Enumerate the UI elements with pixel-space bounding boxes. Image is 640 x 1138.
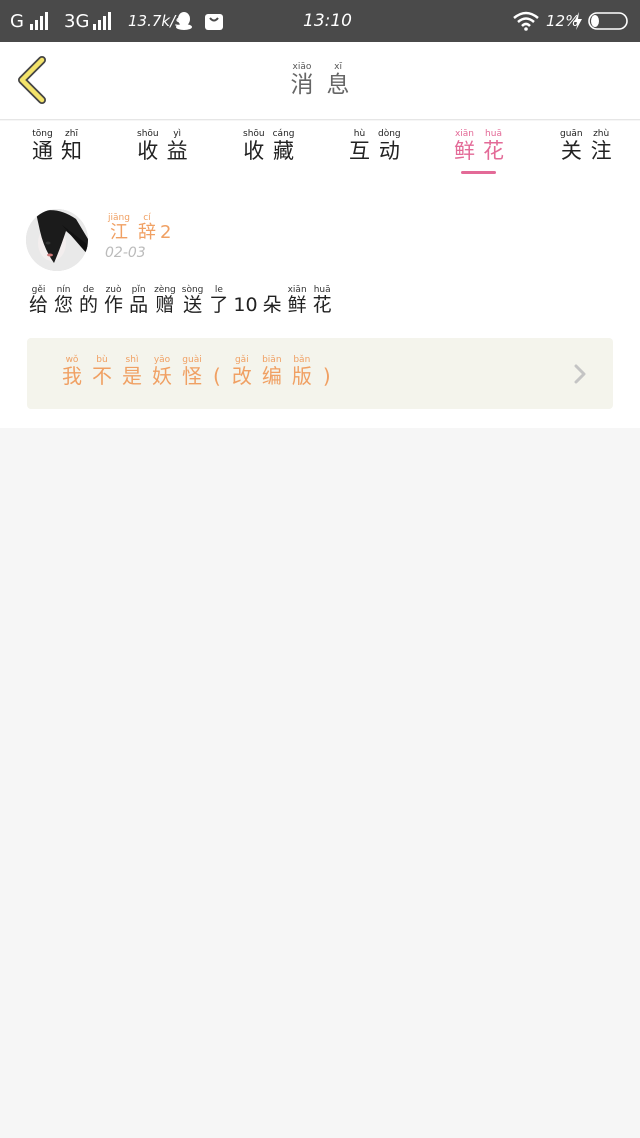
qq-icon bbox=[175, 0, 193, 42]
network-text: 3G bbox=[64, 10, 90, 32]
close-paren: ) bbox=[322, 364, 331, 388]
chevron-right-icon bbox=[574, 364, 586, 384]
title-char: xiāo 消 bbox=[290, 62, 314, 98]
notification-message: gěi 给 nín 您 de 的 zuò 作 pǐn 品 zèng 赠 sòng 送 le 了 10 朵 xiān 鲜… bbox=[29, 285, 332, 316]
network-type: 3G bbox=[64, 0, 89, 42]
username-suffix: 2 bbox=[159, 221, 172, 243]
signal-strength-icon bbox=[30, 0, 48, 42]
battery-icon bbox=[588, 0, 630, 42]
charging-icon bbox=[573, 0, 583, 42]
title-char: xī 息 bbox=[326, 62, 350, 98]
active-tab-indicator bbox=[461, 171, 496, 174]
carrier-text: G bbox=[10, 10, 24, 32]
tab-bar: tōng 通 zhī 知 shōu 收 yì 益 shōu 收 cáng 藏 hù 互 dòng 动 x… bbox=[0, 121, 640, 183]
tab-favorites[interactable]: shōu 收 cáng 藏 bbox=[239, 129, 299, 183]
tab-following[interactable]: guān 关 zhù 注 bbox=[556, 129, 616, 183]
tab-flowers[interactable]: xiān 鲜 huā 花 bbox=[450, 129, 508, 183]
clock-text: 13:10 bbox=[303, 11, 352, 31]
notification-card: jiāng 江 cí 辞 2 02-03 gěi 给 nín 您 de 的 zuò 作 pǐn 品 zèng… bbox=[0, 183, 640, 428]
carrier-label: G bbox=[10, 0, 24, 42]
shopping-bag-icon bbox=[204, 0, 224, 42]
tab-notifications[interactable]: tōng 通 zhī 知 bbox=[28, 129, 86, 183]
clock: 13:10 bbox=[303, 0, 352, 42]
status-bar: G 3G 13.7k/s 13:10 12% bbox=[0, 0, 640, 42]
page-title: xiāo 消 xī 息 bbox=[0, 62, 640, 97]
flower-count: 10 bbox=[233, 294, 258, 316]
page-header: xiāo 消 xī 息 bbox=[0, 42, 640, 120]
wifi-icon bbox=[512, 0, 540, 42]
tab-interactions[interactable]: hù 互 dòng 动 bbox=[345, 129, 405, 183]
signal-strength-icon-2 bbox=[93, 0, 111, 42]
notification-date: 02-03 bbox=[105, 245, 146, 261]
avatar[interactable] bbox=[26, 209, 88, 271]
username[interactable]: jiāng 江 cí 辞 2 bbox=[104, 213, 171, 243]
work-link-card[interactable]: wǒ 我 bù 不 shì 是 yāo 妖 guài 怪(gǎi 改 biān 编 bǎn 版) bbox=[27, 338, 613, 409]
open-paren: ( bbox=[213, 364, 221, 388]
avatar-image bbox=[26, 209, 88, 271]
tab-earnings[interactable]: shōu 收 yì 益 bbox=[133, 129, 192, 183]
work-title: wǒ 我 bù 不 shì 是 yāo 妖 guài 怪(gǎi 改 biān 编 bǎn 版) bbox=[62, 355, 331, 388]
